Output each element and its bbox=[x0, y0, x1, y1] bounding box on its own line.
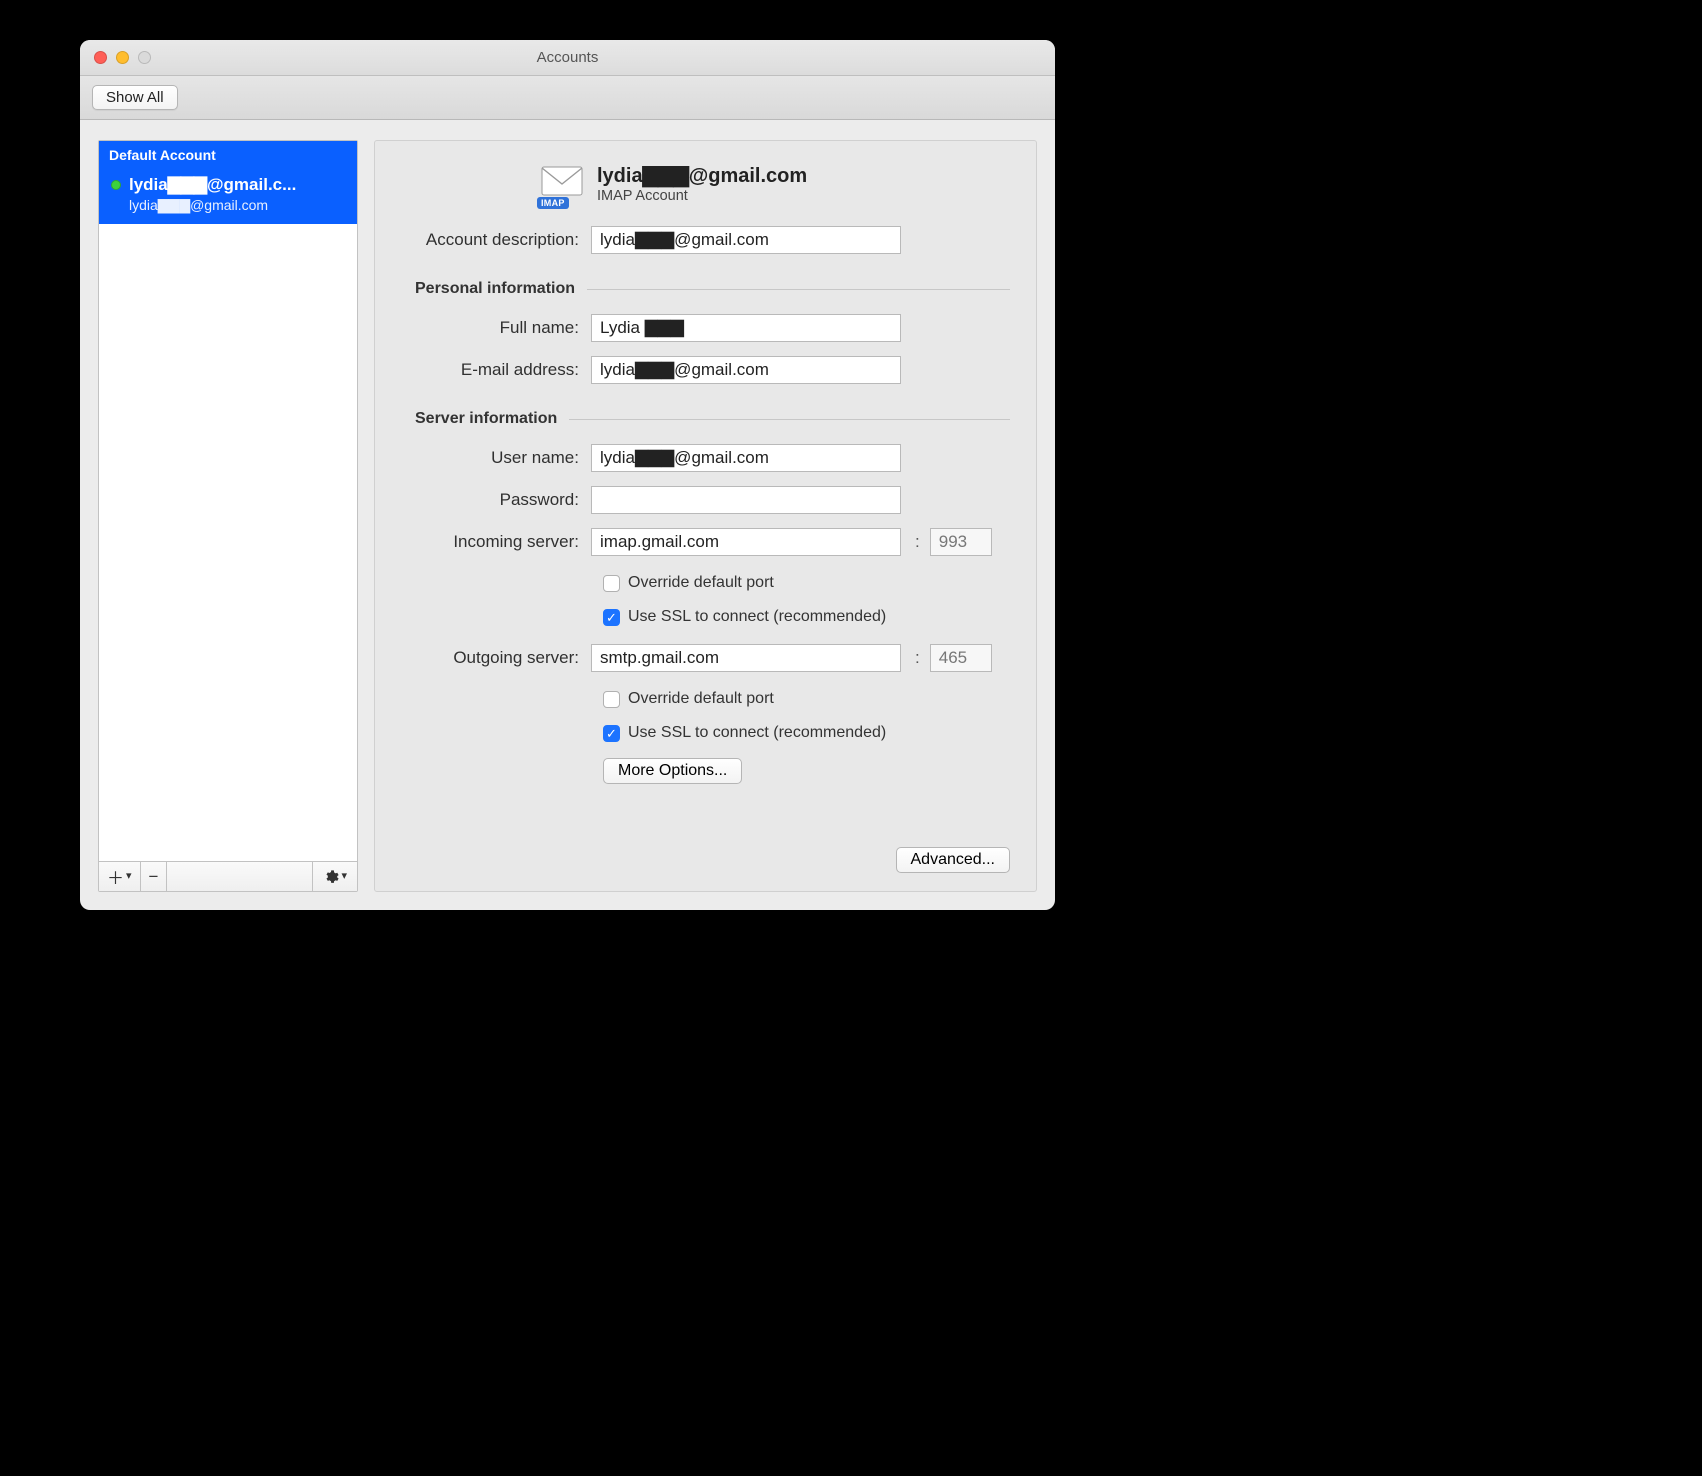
sidebar-item-subtitle: lydia▇▇▇@gmail.com bbox=[111, 197, 347, 214]
incoming-port-input bbox=[930, 528, 992, 556]
divider bbox=[587, 289, 1010, 290]
sidebar-item-title: lydia▇▇▇@gmail.c... bbox=[129, 175, 347, 195]
advanced-button[interactable]: Advanced... bbox=[896, 847, 1011, 873]
footer-spacer bbox=[167, 862, 312, 891]
outgoing-use-ssl-checkbox[interactable] bbox=[603, 725, 620, 742]
add-account-button[interactable]: ＋▾ bbox=[99, 862, 141, 891]
accounts-window: Accounts Show All Default Account lydia▇… bbox=[80, 40, 1055, 910]
sidebar-footer: ＋▾ − ▾ bbox=[99, 861, 357, 891]
personal-info-heading: Personal information bbox=[415, 280, 587, 298]
status-online-icon bbox=[111, 180, 121, 190]
accounts-sidebar: Default Account lydia▇▇▇@gmail.c... lydi… bbox=[98, 140, 358, 892]
gear-icon bbox=[323, 869, 339, 885]
minimize-icon[interactable] bbox=[116, 51, 129, 64]
port-separator: : bbox=[915, 648, 920, 668]
password-input[interactable] bbox=[591, 486, 901, 514]
titlebar: Accounts bbox=[80, 40, 1055, 76]
outgoing-override-port-checkbox[interactable] bbox=[603, 691, 620, 708]
server-info-section: Server information bbox=[415, 410, 1010, 428]
show-all-button[interactable]: Show All bbox=[92, 85, 178, 110]
sidebar-empty bbox=[99, 224, 357, 861]
imap-badge: IMAP bbox=[537, 197, 569, 209]
settings-gear-button[interactable]: ▾ bbox=[312, 862, 357, 891]
account-description-input[interactable] bbox=[591, 226, 901, 254]
account-type-label: IMAP Account bbox=[597, 188, 807, 204]
sidebar-account-item[interactable]: lydia▇▇▇@gmail.c... lydia▇▇▇@gmail.com bbox=[99, 169, 357, 224]
incoming-use-ssl-label: Use SSL to connect (recommended) bbox=[628, 608, 886, 626]
incoming-server-input[interactable] bbox=[591, 528, 901, 556]
zoom-icon bbox=[138, 51, 151, 64]
outgoing-server-label: Outgoing server: bbox=[401, 648, 591, 668]
account-header: IMAP lydia▇▇▇@gmail.com IMAP Account bbox=[401, 163, 1010, 204]
more-options-button[interactable]: More Options... bbox=[603, 758, 742, 784]
outgoing-port-input bbox=[930, 644, 992, 672]
full-name-label: Full name: bbox=[401, 318, 591, 338]
incoming-override-port-checkbox[interactable] bbox=[603, 575, 620, 592]
email-label: E-mail address: bbox=[401, 360, 591, 380]
incoming-use-ssl-checkbox[interactable] bbox=[603, 609, 620, 626]
server-info-heading: Server information bbox=[415, 410, 569, 428]
envelope-icon bbox=[541, 164, 583, 198]
outgoing-use-ssl-label: Use SSL to connect (recommended) bbox=[628, 724, 886, 742]
outgoing-server-input[interactable] bbox=[591, 644, 901, 672]
content-area: Default Account lydia▇▇▇@gmail.c... lydi… bbox=[80, 120, 1055, 910]
mail-imap-icon: IMAP bbox=[541, 164, 583, 203]
divider bbox=[569, 419, 1010, 420]
incoming-override-port-label: Override default port bbox=[628, 574, 774, 592]
username-input[interactable] bbox=[591, 444, 901, 472]
password-label: Password: bbox=[401, 490, 591, 510]
account-title: lydia▇▇▇@gmail.com bbox=[597, 163, 807, 188]
window-title: Accounts bbox=[80, 49, 1055, 66]
incoming-server-label: Incoming server: bbox=[401, 532, 591, 552]
personal-info-section: Personal information bbox=[415, 280, 1010, 298]
outgoing-override-port-label: Override default port bbox=[628, 690, 774, 708]
email-input[interactable] bbox=[591, 356, 901, 384]
account-detail-pane: IMAP lydia▇▇▇@gmail.com IMAP Account Acc… bbox=[374, 140, 1037, 892]
full-name-input[interactable] bbox=[591, 314, 901, 342]
window-controls bbox=[80, 51, 151, 64]
close-icon[interactable] bbox=[94, 51, 107, 64]
username-label: User name: bbox=[401, 448, 591, 468]
remove-account-button[interactable]: − bbox=[141, 862, 168, 891]
account-description-label: Account description: bbox=[401, 230, 591, 250]
sidebar-section-header: Default Account bbox=[99, 141, 357, 169]
toolbar: Show All bbox=[80, 76, 1055, 120]
port-separator: : bbox=[915, 532, 920, 552]
